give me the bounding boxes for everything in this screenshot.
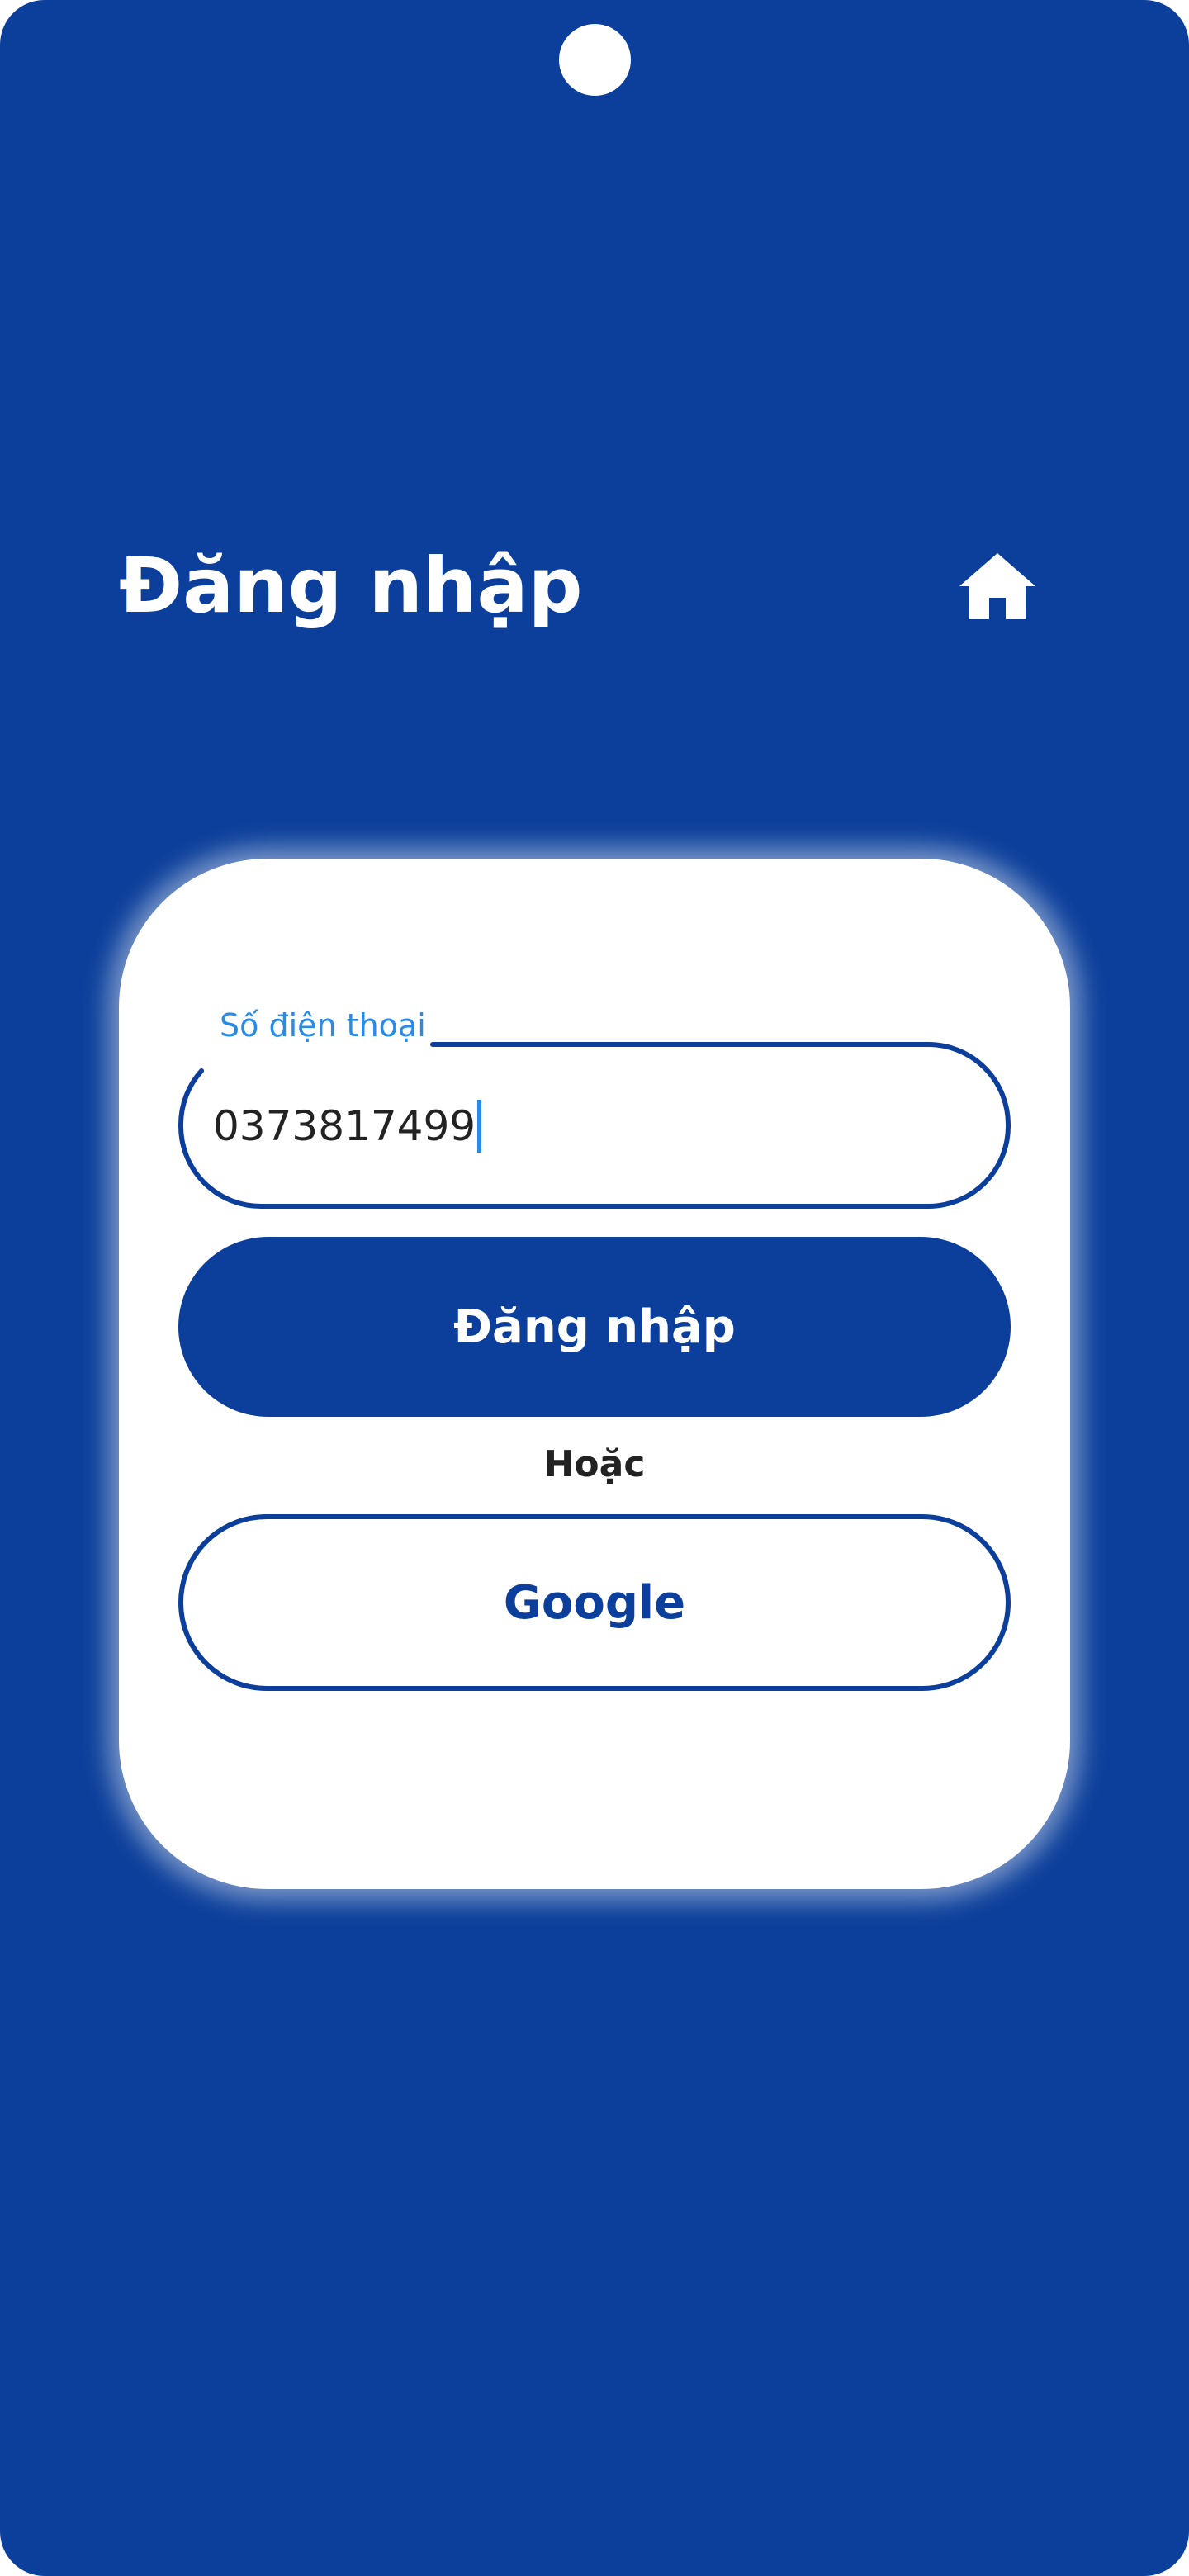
app-screen: Đăng nhập Số điện thoại 0373817499 Đăng …: [0, 0, 1189, 2576]
phone-field-label: Số điện thoại: [220, 1007, 426, 1044]
login-button[interactable]: Đăng nhập: [178, 1237, 1011, 1417]
home-icon: [959, 553, 1035, 619]
phone-field[interactable]: Số điện thoại 0373817499: [178, 1007, 1011, 1209]
page-title: Đăng nhập: [119, 542, 583, 630]
login-card: Số điện thoại 0373817499 Đăng nhập Hoặc …: [119, 859, 1070, 1889]
text-caret: [477, 1100, 482, 1153]
phone-input[interactable]: 0373817499: [213, 1100, 482, 1153]
or-divider-text: Hoặc: [543, 1443, 646, 1485]
camera-cutout: [559, 24, 631, 96]
home-button[interactable]: [948, 537, 1047, 636]
google-login-button[interactable]: Google: [178, 1514, 1011, 1691]
phone-input-value: 0373817499: [213, 1102, 476, 1150]
